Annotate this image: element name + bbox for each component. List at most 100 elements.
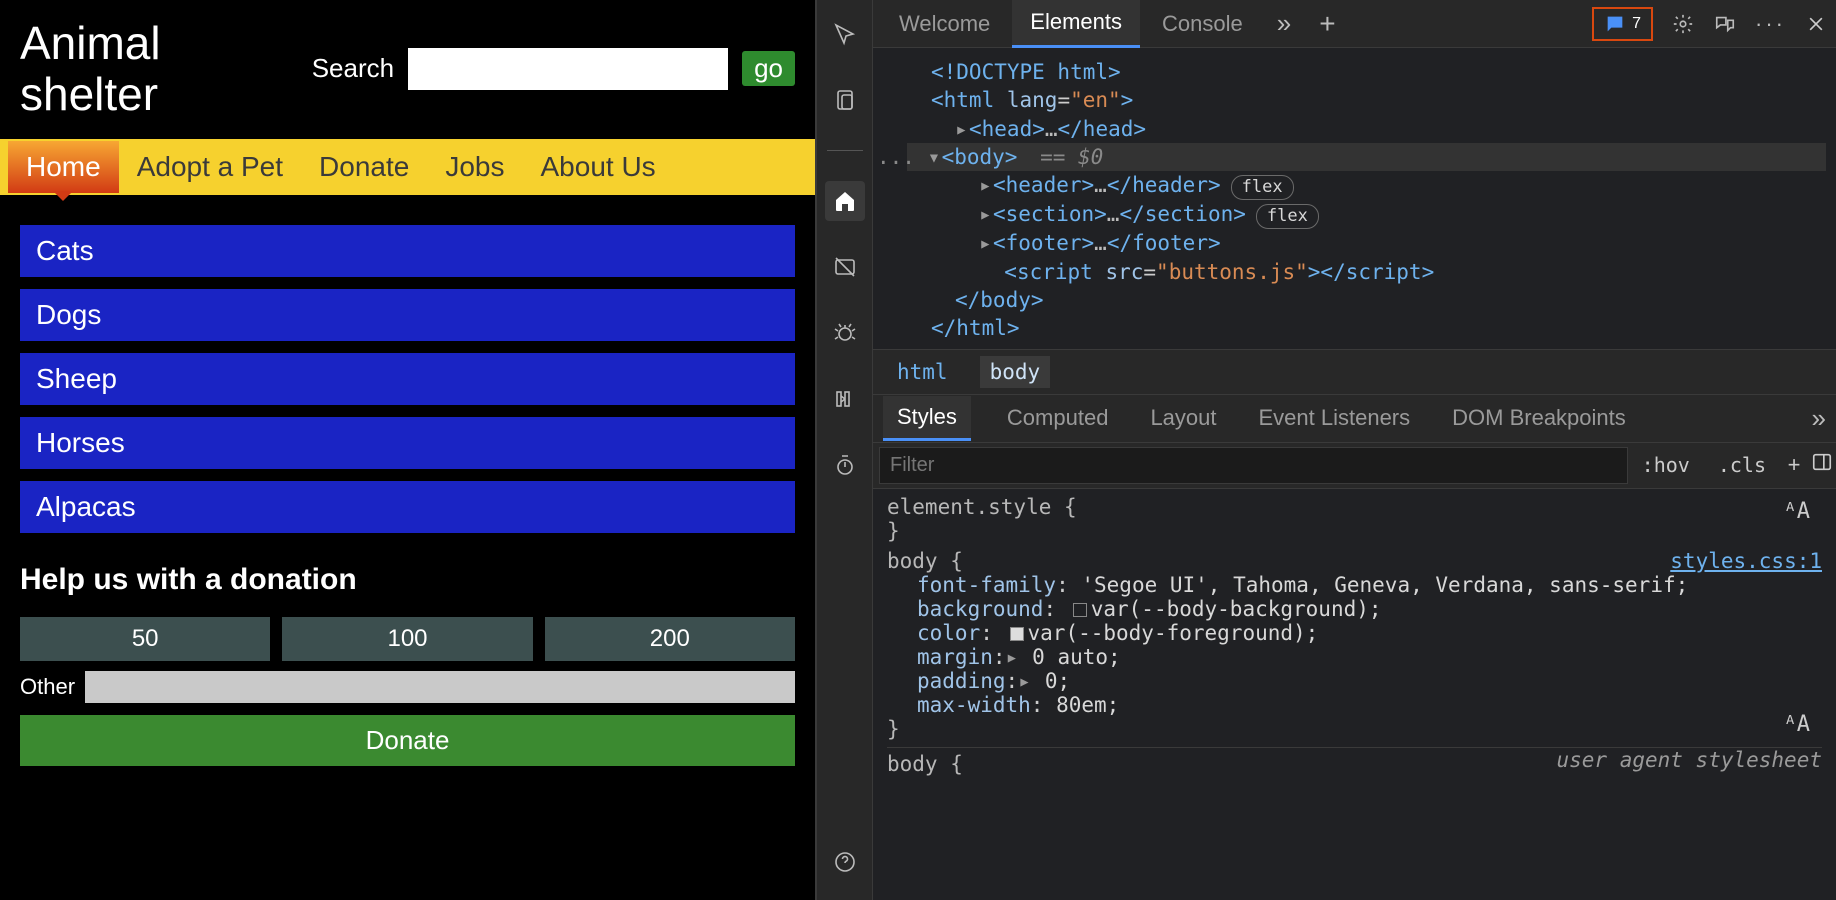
stab-event-listeners[interactable]: Event Listeners: [1253, 397, 1417, 439]
search-input[interactable]: [408, 48, 728, 90]
css-declaration[interactable]: max-width: 80em;: [887, 693, 1822, 717]
dom-footer[interactable]: <footer>: [993, 231, 1094, 255]
dom-script[interactable]: <script: [1004, 260, 1105, 284]
dom-header[interactable]: <header>: [993, 173, 1094, 197]
inspect-icon[interactable]: [825, 14, 865, 54]
donation-amount-50[interactable]: 50: [20, 617, 270, 661]
element-style-selector[interactable]: element.style {: [887, 495, 1822, 519]
css-declaration[interactable]: color: var(--body-foreground);: [887, 621, 1822, 645]
device-icon[interactable]: [825, 80, 865, 120]
donate-button[interactable]: Donate: [20, 715, 795, 766]
donation-other-input[interactable]: [85, 671, 795, 703]
css-declaration[interactable]: background: var(--body-background);: [887, 597, 1822, 621]
image-off-icon[interactable]: [825, 247, 865, 287]
expand-icon[interactable]: ▸: [979, 200, 993, 228]
styles-rules[interactable]: ᴬA element.style { } styles.css:1 body {…: [873, 489, 1836, 900]
network-icon[interactable]: [825, 379, 865, 419]
dom-section[interactable]: <section>: [993, 202, 1107, 226]
stab-computed[interactable]: Computed: [1001, 397, 1115, 439]
tab-add-icon[interactable]: +: [1307, 8, 1347, 40]
dom-doctype[interactable]: <!DOCTYPE html>: [931, 60, 1121, 84]
home-icon[interactable]: [825, 181, 865, 221]
settings-icon[interactable]: [1671, 12, 1695, 36]
nav-donate[interactable]: Donate: [301, 141, 427, 193]
help-icon[interactable]: [825, 842, 865, 882]
flex-badge[interactable]: flex: [1231, 175, 1294, 200]
panel-toggle-icon[interactable]: [1808, 451, 1836, 479]
dom-head[interactable]: <head>: [969, 117, 1045, 141]
expand-icon[interactable]: ▸: [979, 171, 993, 199]
nav-adopt[interactable]: Adopt a Pet: [119, 141, 301, 193]
tab-welcome[interactable]: Welcome: [881, 1, 1008, 47]
donation-other-label: Other: [20, 674, 75, 700]
category-alpacas[interactable]: Alpacas: [20, 481, 795, 533]
donation-amount-row: 50 100 200: [20, 617, 795, 661]
donation-amount-200[interactable]: 200: [545, 617, 795, 661]
stopwatch-icon[interactable]: [825, 445, 865, 485]
crumb-body[interactable]: body: [980, 356, 1051, 388]
color-swatch[interactable]: [1073, 603, 1087, 617]
search-label: Search: [312, 53, 394, 84]
font-size-icon[interactable]: ᴬA: [1784, 712, 1811, 737]
bug-icon[interactable]: [825, 313, 865, 353]
dom-tree[interactable]: <!DOCTYPE html> <html lang="en"> ▸<head>…: [873, 48, 1836, 349]
page-header: Animal shelter Search go: [0, 0, 815, 129]
rendered-page: Animal shelter Search go Home Adopt a Pe…: [0, 0, 815, 900]
nav-home[interactable]: Home: [8, 141, 119, 193]
nav-about[interactable]: About Us: [523, 141, 674, 193]
hov-toggle[interactable]: :hov: [1628, 453, 1704, 477]
cls-toggle[interactable]: .cls: [1704, 453, 1780, 477]
devtools: Welcome Elements Console » + 7 ··· <!DOC…: [815, 0, 1836, 900]
devtools-main: Welcome Elements Console » + 7 ··· <!DOC…: [873, 0, 1836, 900]
category-cats[interactable]: Cats: [20, 225, 795, 277]
expand-icon[interactable]: ▸: [979, 229, 993, 257]
nav-jobs[interactable]: Jobs: [427, 141, 522, 193]
issues-badge[interactable]: 7: [1592, 7, 1653, 41]
flex-badge[interactable]: flex: [1256, 204, 1319, 229]
css-declaration[interactable]: padding:▸ 0;: [887, 669, 1822, 693]
category-horses[interactable]: Horses: [20, 417, 795, 469]
close-devtools-icon[interactable]: [1804, 12, 1828, 36]
styles-filter-bar: :hov .cls +: [873, 443, 1836, 489]
category-sheep[interactable]: Sheep: [20, 353, 795, 405]
color-swatch[interactable]: [1010, 627, 1024, 641]
stab-layout[interactable]: Layout: [1144, 397, 1222, 439]
site-title: Animal shelter: [20, 18, 220, 119]
add-rule-icon[interactable]: +: [1780, 452, 1808, 478]
breadcrumb: html body: [873, 349, 1836, 395]
crumb-html[interactable]: html: [887, 356, 958, 388]
ua-stylesheet-label: user agent stylesheet: [1556, 748, 1822, 772]
css-declaration[interactable]: font-family: 'Segoe UI', Tahoma, Geneva,…: [887, 573, 1822, 597]
dom-body-close[interactable]: </body>: [955, 288, 1044, 312]
tabs-overflow-icon[interactable]: »: [1265, 8, 1303, 39]
styles-overflow-icon[interactable]: »: [1812, 403, 1826, 434]
expand-icon[interactable]: ▸: [955, 115, 969, 143]
dom-html-open[interactable]: <html: [931, 88, 1007, 112]
collapse-icon[interactable]: ▾: [928, 143, 942, 171]
donation-section: Help us with a donation 50 100 200 Other…: [0, 543, 815, 786]
more-menu-icon[interactable]: ···: [1755, 11, 1786, 37]
styles-tabstrip: Styles Computed Layout Event Listeners D…: [873, 395, 1836, 443]
styles-filter-input[interactable]: [879, 447, 1628, 484]
stab-dom-breakpoints[interactable]: DOM Breakpoints: [1446, 397, 1632, 439]
tab-elements[interactable]: Elements: [1012, 0, 1140, 48]
donation-other-row: Other: [20, 671, 795, 703]
dom-body[interactable]: <body>: [942, 145, 1018, 169]
devtools-tabstrip: Welcome Elements Console » + 7 ···: [873, 0, 1836, 48]
css-declaration[interactable]: margin:▸ 0 auto;: [887, 645, 1822, 669]
category-list: Cats Dogs Sheep Horses Alpacas: [0, 195, 815, 543]
activity-bar: [817, 0, 873, 900]
stab-styles[interactable]: Styles: [883, 396, 971, 441]
search-go-button[interactable]: go: [742, 51, 795, 86]
tab-console[interactable]: Console: [1144, 1, 1261, 47]
category-dogs[interactable]: Dogs: [20, 289, 795, 341]
font-size-icon[interactable]: ᴬA: [1784, 499, 1811, 524]
donation-amount-100[interactable]: 100: [282, 617, 532, 661]
feedback-icon[interactable]: [1713, 12, 1737, 36]
search-group: Search go: [312, 48, 795, 90]
expand-icon[interactable]: ▸: [1018, 669, 1032, 693]
source-link[interactable]: styles.css:1: [1670, 549, 1822, 573]
issues-count: 7: [1632, 15, 1641, 33]
dom-html-close[interactable]: </html>: [931, 316, 1020, 340]
expand-icon[interactable]: ▸: [1006, 645, 1020, 669]
